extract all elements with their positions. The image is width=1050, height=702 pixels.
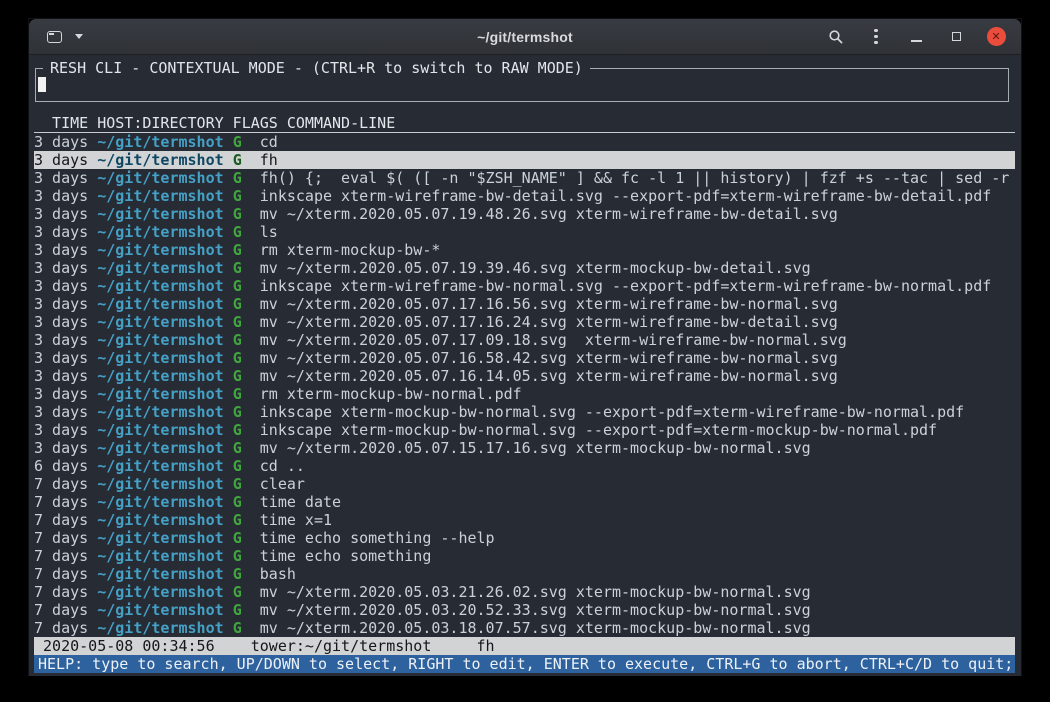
history-row[interactable]: 7 days ~/git/termshot G mv ~/xterm.2020.… <box>34 583 1015 601</box>
new-terminal-button[interactable] <box>41 24 67 50</box>
profile-dropdown-button[interactable] <box>71 24 87 50</box>
menu-button[interactable] <box>863 24 889 50</box>
text-cursor <box>38 77 46 92</box>
search-button[interactable] <box>823 24 849 50</box>
history-row[interactable]: 3 days ~/git/termshot G inkscape xterm-w… <box>34 187 1015 205</box>
history-row[interactable]: 3 days ~/git/termshot G mv ~/xterm.2020.… <box>34 439 1015 457</box>
history-row[interactable]: 3 days ~/git/termshot G mv ~/xterm.2020.… <box>34 367 1015 385</box>
history-row[interactable]: 3 days ~/git/termshot G inkscape xterm-m… <box>34 403 1015 421</box>
status-bar: 2020-05-08 00:34:56 tower:~/git/termshot… <box>34 637 1015 655</box>
history-row[interactable]: 6 days ~/git/termshot G cd .. <box>34 457 1015 475</box>
history-row[interactable]: 3 days ~/git/termshot G fh() {; eval $( … <box>34 169 1015 187</box>
history-row[interactable]: 3 days ~/git/termshot G mv ~/xterm.2020.… <box>34 349 1015 367</box>
history-row-selected[interactable]: 3 days ~/git/termshot G fh <box>34 151 1015 169</box>
history-row[interactable]: 7 days ~/git/termshot G mv ~/xterm.2020.… <box>34 619 1015 637</box>
history-row[interactable]: 3 days ~/git/termshot G ls <box>34 223 1015 241</box>
history-row[interactable]: 3 days ~/git/termshot G cd <box>34 133 1015 151</box>
history-row[interactable]: 7 days ~/git/termshot G clear <box>34 475 1015 493</box>
resh-mode-title: RESH CLI - CONTEXTUAL MODE - (CTRL+R to … <box>43 59 590 77</box>
caret-down-icon <box>75 34 83 39</box>
minimize-button[interactable] <box>903 24 929 50</box>
minimize-icon <box>911 40 922 42</box>
history-row[interactable]: 3 days ~/git/termshot G mv ~/xterm.2020.… <box>34 205 1015 223</box>
history-row[interactable]: 3 days ~/git/termshot G rm xterm-mockup-… <box>34 385 1015 403</box>
history-column-headers: TIME HOST:DIRECTORY FLAGS COMMAND-LINE <box>34 114 1015 133</box>
history-row[interactable]: 7 days ~/git/termshot G mv ~/xterm.2020.… <box>34 601 1015 619</box>
history-row[interactable]: 7 days ~/git/termshot G time date <box>34 493 1015 511</box>
history-row[interactable]: 7 days ~/git/termshot G bash <box>34 565 1015 583</box>
close-icon: ✕ <box>987 27 1006 46</box>
history-row[interactable]: 7 days ~/git/termshot G time x=1 <box>34 511 1015 529</box>
terminal-content: RESH CLI - CONTEXTUAL MODE - (CTRL+R to … <box>29 55 1021 676</box>
search-icon <box>828 29 844 45</box>
history-row[interactable]: 3 days ~/git/termshot G inkscape xterm-w… <box>34 277 1015 295</box>
history-row[interactable]: 3 days ~/git/termshot G mv ~/xterm.2020.… <box>34 259 1015 277</box>
restore-icon <box>952 32 961 41</box>
terminal-app-icon <box>47 31 62 43</box>
history-row[interactable]: 3 days ~/git/termshot G mv ~/xterm.2020.… <box>34 295 1015 313</box>
titlebar[interactable]: ~/git/termshot ✕ <box>29 19 1021 55</box>
history-row[interactable]: 7 days ~/git/termshot G time echo someth… <box>34 529 1015 547</box>
history-row[interactable]: 3 days ~/git/termshot G rm xterm-mockup-… <box>34 241 1015 259</box>
terminal-window: ~/git/termshot ✕ RESH CLI <box>28 18 1022 676</box>
kebab-menu-icon <box>874 29 877 44</box>
history-row[interactable]: 3 days ~/git/termshot G mv ~/xterm.2020.… <box>34 331 1015 349</box>
restore-button[interactable] <box>943 24 969 50</box>
window-title: ~/git/termshot <box>477 29 573 45</box>
history-row[interactable]: 7 days ~/git/termshot G time echo someth… <box>34 547 1015 565</box>
close-button[interactable]: ✕ <box>983 24 1009 50</box>
history-row[interactable]: 3 days ~/git/termshot G mv ~/xterm.2020.… <box>34 313 1015 331</box>
history-list: 3 days ~/git/termshot G cd3 days ~/git/t… <box>34 133 1015 637</box>
history-row[interactable]: 3 days ~/git/termshot G inkscape xterm-m… <box>34 421 1015 439</box>
help-bar: HELP: type to search, UP/DOWN to select,… <box>34 655 1015 673</box>
resh-search-box[interactable]: RESH CLI - CONTEXTUAL MODE - (CTRL+R to … <box>35 68 1009 102</box>
